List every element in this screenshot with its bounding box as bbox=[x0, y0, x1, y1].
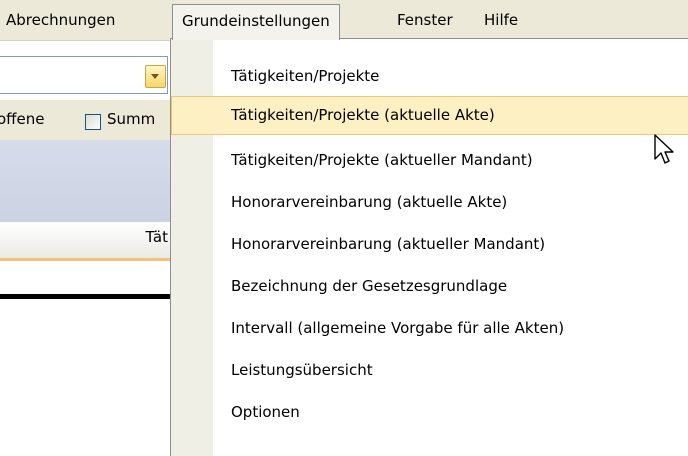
menu-grundeinstellungen[interactable]: Grundeinstellungen bbox=[172, 4, 340, 40]
menu-item-label: Honorarvereinbarung (aktuelle Akte) bbox=[231, 193, 508, 211]
menu-item-gesetzesgrundlage[interactable]: Bezeichnung der Gesetzesgrundlage bbox=[171, 267, 688, 306]
menu-item-label: Intervall (allgemeine Vorgabe für alle A… bbox=[231, 319, 565, 337]
menu-item-taetigkeiten-aktuelle-akte[interactable]: Tätigkeiten/Projekte (aktuelle Akte) bbox=[171, 96, 688, 135]
menu-item-intervall[interactable]: Intervall (allgemeine Vorgabe für alle A… bbox=[171, 309, 688, 348]
menu-abrechnungen[interactable]: Abrechnungen bbox=[0, 4, 124, 36]
menu-item-leistungsuebersicht[interactable]: Leistungsübersicht bbox=[171, 351, 688, 390]
menu-item-label: Tätigkeiten/Projekte bbox=[231, 67, 380, 85]
table-column-header[interactable]: Tät bbox=[0, 222, 172, 261]
grundeinstellungen-dropdown: Tätigkeiten/Projekte Tätigkeiten/Projekt… bbox=[170, 38, 688, 456]
option-offene-label: offene bbox=[0, 110, 45, 128]
menu-fenster-label: Fenster bbox=[397, 11, 453, 29]
menu-item-taetigkeiten-aktueller-mandant[interactable]: Tätigkeiten/Projekte (aktueller Mandant) bbox=[171, 141, 688, 180]
filter-options-row: offene Summ bbox=[0, 100, 172, 140]
menu-item-label: Honorarvereinbarung (aktueller Mandant) bbox=[231, 235, 546, 253]
menu-grundeinstellungen-label: Grundeinstellungen bbox=[182, 12, 330, 30]
menu-item-label: Bezeichnung der Gesetzesgrundlage bbox=[231, 277, 508, 295]
menu-item-optionen[interactable]: Optionen bbox=[171, 393, 688, 432]
chevron-down-icon bbox=[151, 74, 159, 79]
menu-item-honorar-aktuelle-akte[interactable]: Honorarvereinbarung (aktuelle Akte) bbox=[171, 183, 688, 222]
menu-hilfe-label: Hilfe bbox=[484, 11, 519, 29]
option-summ-label: Summ bbox=[107, 110, 156, 128]
menu-item-label: Leistungsübersicht bbox=[231, 361, 373, 379]
combobox-dropdown-button[interactable] bbox=[145, 65, 166, 88]
panel-header-band bbox=[0, 140, 172, 222]
summary-checkbox[interactable] bbox=[85, 114, 101, 130]
menu-hilfe[interactable]: Hilfe bbox=[475, 4, 527, 36]
application-window: Abrechnungen Grundeinstellungen Fenster … bbox=[0, 0, 688, 456]
column-header-label: Tät bbox=[145, 228, 169, 246]
menu-fenster[interactable]: Fenster bbox=[388, 4, 462, 36]
menu-item-label: Tätigkeiten/Projekte (aktueller Mandant) bbox=[231, 151, 533, 169]
menu-bar: Abrechnungen Grundeinstellungen Fenster … bbox=[0, 0, 688, 41]
menu-item-label: Tätigkeiten/Projekte (aktuelle Akte) bbox=[231, 106, 495, 124]
mouse-pointer-icon bbox=[654, 134, 674, 164]
selection-combobox[interactable] bbox=[0, 56, 168, 94]
menu-item-honorar-aktueller-mandant[interactable]: Honorarvereinbarung (aktueller Mandant) bbox=[171, 225, 688, 264]
menu-abrechnungen-label: Abrechnungen bbox=[6, 11, 116, 29]
menu-item-taetigkeiten-projekte[interactable]: Tätigkeiten/Projekte bbox=[171, 57, 688, 96]
separator-line bbox=[0, 294, 172, 299]
menu-item-label: Optionen bbox=[231, 403, 300, 421]
